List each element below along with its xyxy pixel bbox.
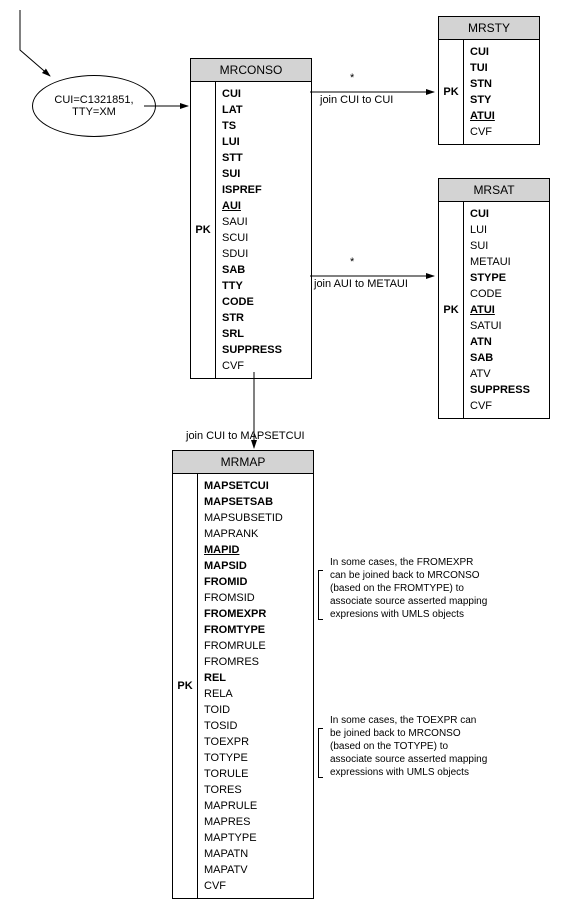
mrmap-col: FROMID [204, 574, 307, 590]
mrmap-col: TOSID [204, 718, 307, 734]
mrmap-col: TOID [204, 702, 307, 718]
filter-ellipse: CUI=C1321851, TTY=XM [32, 75, 156, 137]
mrmap-col: FROMRES [204, 654, 307, 670]
mrconso-col: STT [222, 150, 305, 166]
join-label-cui-mapsetcui: join CUI to MAPSETCUI [186, 430, 305, 442]
mrsat-col: SAB [470, 350, 543, 366]
mrmap-col: MAPRES [204, 814, 307, 830]
mrsty-col: CVF [470, 124, 533, 140]
mrsat-col: ATV [470, 366, 543, 382]
mrmap-col: MAPID [204, 542, 307, 558]
mrmap-col: FROMTYPE [204, 622, 307, 638]
mrconso-col: TTY [222, 278, 305, 294]
join-label-aui-metaui: join AUI to METAUI [314, 278, 408, 290]
arrow-ellipse-mrconso [144, 100, 194, 120]
mrconso-title: MRCONSO [191, 59, 311, 82]
mrsat-col: SUI [470, 238, 543, 254]
mrmap-col: REL [204, 670, 307, 686]
mrsty-col: STY [470, 92, 533, 108]
mrconso-col: CODE [222, 294, 305, 310]
mrconso-col: STR [222, 310, 305, 326]
mrmap-col: TORULE [204, 766, 307, 782]
mrconso-col: SUI [222, 166, 305, 182]
mrmap-col: MAPTYPE [204, 830, 307, 846]
mrsty-pk-label: PK [439, 40, 464, 144]
mrsat-col: SUPPRESS [470, 382, 543, 398]
mrconso-col: CUI [222, 86, 305, 102]
mrmap-col: TOEXPR [204, 734, 307, 750]
note-fromexpr: In some cases, the FROMEXPR can be joine… [330, 556, 490, 621]
mrmap-col: MAPRANK [204, 526, 307, 542]
mrmap-col: TORES [204, 782, 307, 798]
mrsty-title: MRSTY [439, 17, 539, 40]
mrconso-col: SDUI [222, 246, 305, 262]
mrmap-col: RELA [204, 686, 307, 702]
table-mrsat: MRSATPKCUILUISUIMETAUISTYPECODEATUISATUI… [438, 178, 550, 419]
mrconso-col: SAUI [222, 214, 305, 230]
mrconso-col: SCUI [222, 230, 305, 246]
mrconso-col: SUPPRESS [222, 342, 305, 358]
mrconso-col: TS [222, 118, 305, 134]
mrconso-col: LAT [222, 102, 305, 118]
mrsat-pk-label: PK [439, 202, 464, 418]
mrconso-columns: CUILATTSLUISTTSUIISPREFAUISAUISCUISDUISA… [216, 82, 311, 378]
note-bar-2 [318, 728, 323, 778]
star-1: * [350, 72, 354, 84]
entry-arrow [10, 10, 60, 80]
mrconso-col: ISPREF [222, 182, 305, 198]
mrsty-col: ATUI [470, 108, 533, 124]
mrmap-col: TOTYPE [204, 750, 307, 766]
mrsat-col: ATUI [470, 302, 543, 318]
mrmap-col: MAPSETCUI [204, 478, 307, 494]
mrmap-col: FROMEXPR [204, 606, 307, 622]
mrsat-col: CODE [470, 286, 543, 302]
table-mrconso: MRCONSOPKCUILATTSLUISTTSUIISPREFAUISAUIS… [190, 58, 312, 379]
mrsat-columns: CUILUISUIMETAUISTYPECODEATUISATUIATNSABA… [464, 202, 549, 418]
mrsat-col: STYPE [470, 270, 543, 286]
table-mrsty: MRSTYPKCUITUISTNSTYATUICVF [438, 16, 540, 145]
star-2: * [350, 256, 354, 268]
mrsat-title: MRSAT [439, 179, 549, 202]
mrsty-columns: CUITUISTNSTYATUICVF [464, 40, 539, 144]
mrmap-col: FROMSID [204, 590, 307, 606]
mrmap-col: FROMRULE [204, 638, 307, 654]
mrsat-col: ATN [470, 334, 543, 350]
filter-text: CUI=C1321851, TTY=XM [54, 94, 133, 118]
mrsty-col: STN [470, 76, 533, 92]
mrsty-col: TUI [470, 60, 533, 76]
note-toexpr: In some cases, the TOEXPR can be joined … [330, 714, 490, 779]
mrmap-columns: MAPSETCUIMAPSETSABMAPSUBSETIDMAPRANKMAPI… [198, 474, 313, 898]
mrmap-col: MAPATN [204, 846, 307, 862]
mrsty-col: CUI [470, 44, 533, 60]
mrmap-col: MAPSUBSETID [204, 510, 307, 526]
mrmap-col: MAPSID [204, 558, 307, 574]
mrconso-pk-label: PK [191, 82, 216, 378]
mrsat-col: LUI [470, 222, 543, 238]
mrsat-col: SATUI [470, 318, 543, 334]
mrmap-col: MAPATV [204, 862, 307, 878]
mrmap-col: CVF [204, 878, 307, 894]
mrsat-col: CUI [470, 206, 543, 222]
mrconso-col: LUI [222, 134, 305, 150]
mrsat-col: METAUI [470, 254, 543, 270]
mrconso-col: SRL [222, 326, 305, 342]
mrmap-col: MAPRULE [204, 798, 307, 814]
join-label-cui-cui: join CUI to CUI [320, 94, 393, 106]
mrmap-title: MRMAP [173, 451, 313, 474]
note-bar-1 [318, 570, 323, 620]
mrconso-col: AUI [222, 198, 305, 214]
mrmap-col: MAPSETSAB [204, 494, 307, 510]
mrsat-col: CVF [470, 398, 543, 414]
mrconso-col: SAB [222, 262, 305, 278]
mrmap-pk-label: PK [173, 474, 198, 898]
table-mrmap: MRMAPPKMAPSETCUIMAPSETSABMAPSUBSETIDMAPR… [172, 450, 314, 899]
